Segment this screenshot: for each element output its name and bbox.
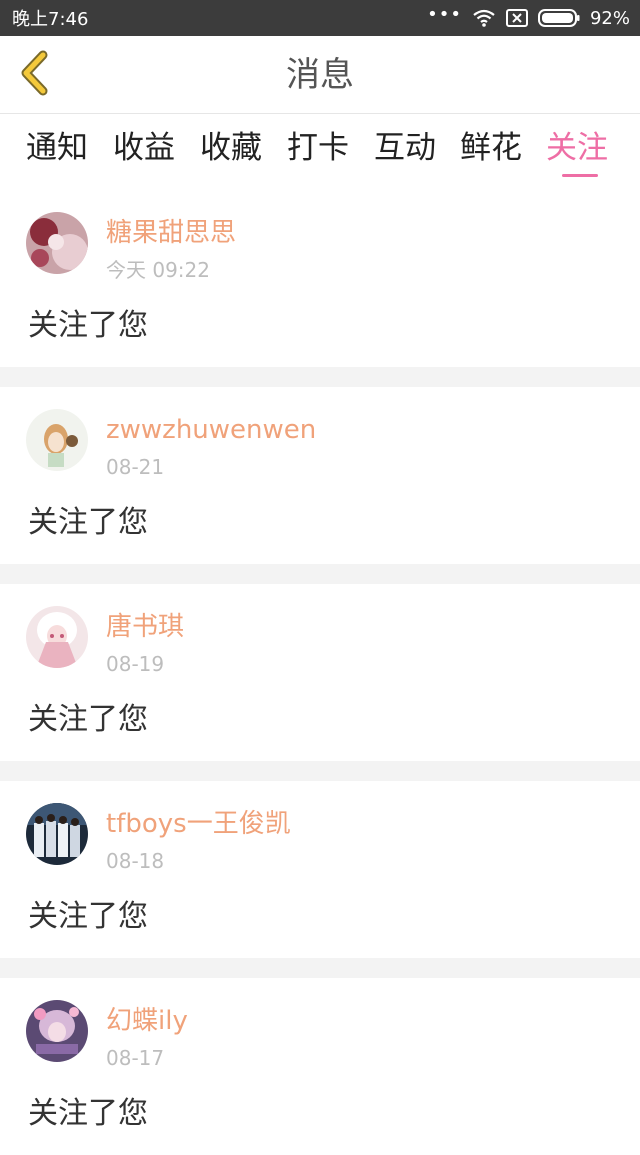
tab-notifications[interactable]: 通知	[26, 128, 88, 168]
wifi-icon	[472, 8, 496, 28]
message-time: 08-19	[106, 652, 165, 676]
message-time: 08-21	[106, 455, 165, 479]
status-bar: 晚上7:46 ••• 92%	[0, 0, 640, 36]
message-time: 08-17	[106, 1046, 165, 1070]
avatar[interactable]	[26, 409, 88, 471]
list-item[interactable]: tfboys一王俊凯 08-18 关注了您	[0, 781, 640, 958]
tab-bar: 通知 收益 收藏 打卡 互动 鲜花 关注	[0, 114, 640, 188]
tab-interaction[interactable]: 互动	[374, 128, 436, 168]
username[interactable]: zwwzhuwenwen	[106, 413, 316, 447]
page-title: 消息	[286, 55, 354, 95]
message-list: 糖果甜思思 今天 09:22 关注了您 zwwzhuwenwen 08-21 关…	[0, 190, 640, 1155]
message-text: 关注了您	[28, 505, 148, 540]
list-item[interactable]: zwwzhuwenwen 08-21 关注了您	[0, 387, 640, 564]
status-icons: ••• 92%	[427, 4, 630, 29]
notification-dots: •••	[427, 4, 462, 25]
avatar[interactable]	[26, 1000, 88, 1062]
avatar[interactable]	[26, 606, 88, 668]
status-time: 晚上7:46	[12, 9, 89, 30]
message-text: 关注了您	[28, 1096, 148, 1131]
header-bar: 消息	[0, 36, 640, 114]
username[interactable]: 幻蝶ily	[106, 1004, 188, 1038]
battery-icon	[537, 9, 580, 27]
message-text: 关注了您	[28, 899, 148, 934]
avatar[interactable]	[26, 212, 88, 274]
tab-favorites[interactable]: 收藏	[200, 128, 262, 168]
tab-checkin[interactable]: 打卡	[287, 128, 349, 168]
username[interactable]: 唐书琪	[106, 610, 184, 644]
divider	[0, 564, 640, 584]
tab-earnings[interactable]: 收益	[113, 128, 175, 168]
avatar[interactable]	[26, 803, 88, 865]
divider	[0, 761, 640, 781]
active-tab-indicator	[562, 174, 598, 177]
username[interactable]: tfboys一王俊凯	[106, 807, 291, 841]
tab-follow[interactable]: 关注	[546, 128, 608, 168]
divider	[0, 367, 640, 387]
message-time: 08-18	[106, 849, 165, 873]
list-item[interactable]: 幻蝶ily 08-17 关注了您	[0, 978, 640, 1155]
message-time: 今天 09:22	[106, 258, 210, 282]
list-item[interactable]: 糖果甜思思 今天 09:22 关注了您	[0, 190, 640, 367]
battery-percent: 92%	[589, 7, 630, 29]
divider	[0, 958, 640, 978]
sim-off-icon	[505, 9, 528, 27]
message-text: 关注了您	[28, 308, 148, 343]
tab-flowers[interactable]: 鲜花	[460, 128, 522, 168]
list-item[interactable]: 唐书琪 08-19 关注了您	[0, 584, 640, 761]
username[interactable]: 糖果甜思思	[106, 216, 236, 250]
message-text: 关注了您	[28, 702, 148, 737]
